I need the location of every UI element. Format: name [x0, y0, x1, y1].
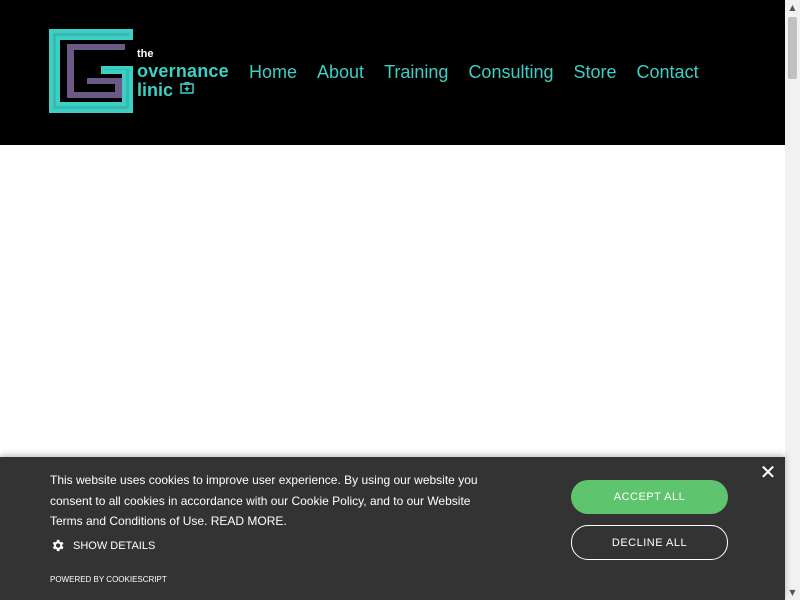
cookie-banner: This website uses cookies to improve use… — [0, 457, 785, 600]
powered-by-link[interactable]: POWERED BY COOKIESCRIPT — [50, 575, 167, 584]
scroll-thumb[interactable] — [788, 17, 797, 79]
nav-about[interactable]: About — [317, 60, 364, 84]
medical-kit-icon — [180, 82, 194, 94]
logo-linic: linic — [137, 80, 174, 100]
close-icon[interactable]: ✕ — [759, 462, 777, 482]
scroll-down-arrow-icon[interactable]: ▼ — [785, 585, 800, 600]
nav-home[interactable]: Home — [249, 60, 297, 84]
logo-overnance: overnance — [137, 61, 229, 81]
logo-g-mark — [49, 29, 133, 113]
decline-all-button[interactable]: DECLINE ALL — [571, 525, 728, 560]
main-nav: Home About Training Consulting Store Con… — [249, 60, 699, 84]
gear-icon — [52, 539, 64, 552]
cookie-message: This website uses cookies to improve use… — [50, 473, 478, 528]
show-details-label: SHOW DETAILS — [73, 539, 156, 552]
nav-contact[interactable]: Contact — [637, 60, 699, 84]
nav-consulting[interactable]: Consulting — [468, 60, 553, 84]
accept-all-button[interactable]: ACCEPT ALL — [571, 480, 728, 514]
logo-the: the — [137, 48, 154, 60]
show-details-toggle[interactable]: SHOW DETAILS — [50, 538, 155, 553]
nav-training[interactable]: Training — [384, 60, 448, 84]
page-scrollbar[interactable]: ▲ ▼ — [785, 0, 800, 600]
site-logo[interactable]: the overnance linic — [45, 26, 229, 116]
scroll-up-arrow-icon[interactable]: ▲ — [785, 0, 800, 15]
site-header: the overnance linic Home About Training … — [0, 0, 785, 145]
nav-store[interactable]: Store — [574, 60, 617, 84]
